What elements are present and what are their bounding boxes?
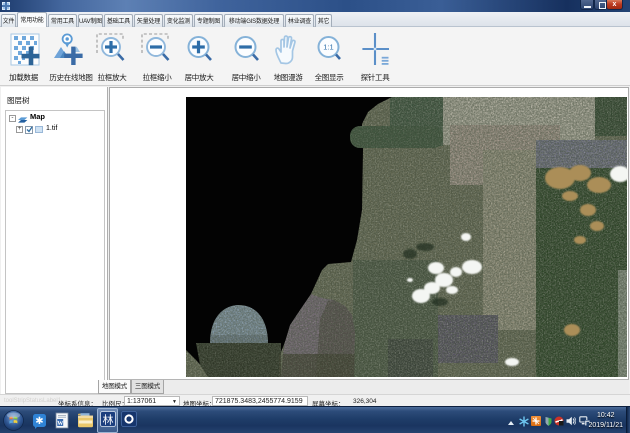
svg-text:✱: ✱ (35, 416, 43, 427)
svg-text:W: W (57, 421, 63, 427)
svg-text:林: 林 (103, 413, 114, 427)
svg-text:1:1: 1:1 (323, 43, 333, 52)
